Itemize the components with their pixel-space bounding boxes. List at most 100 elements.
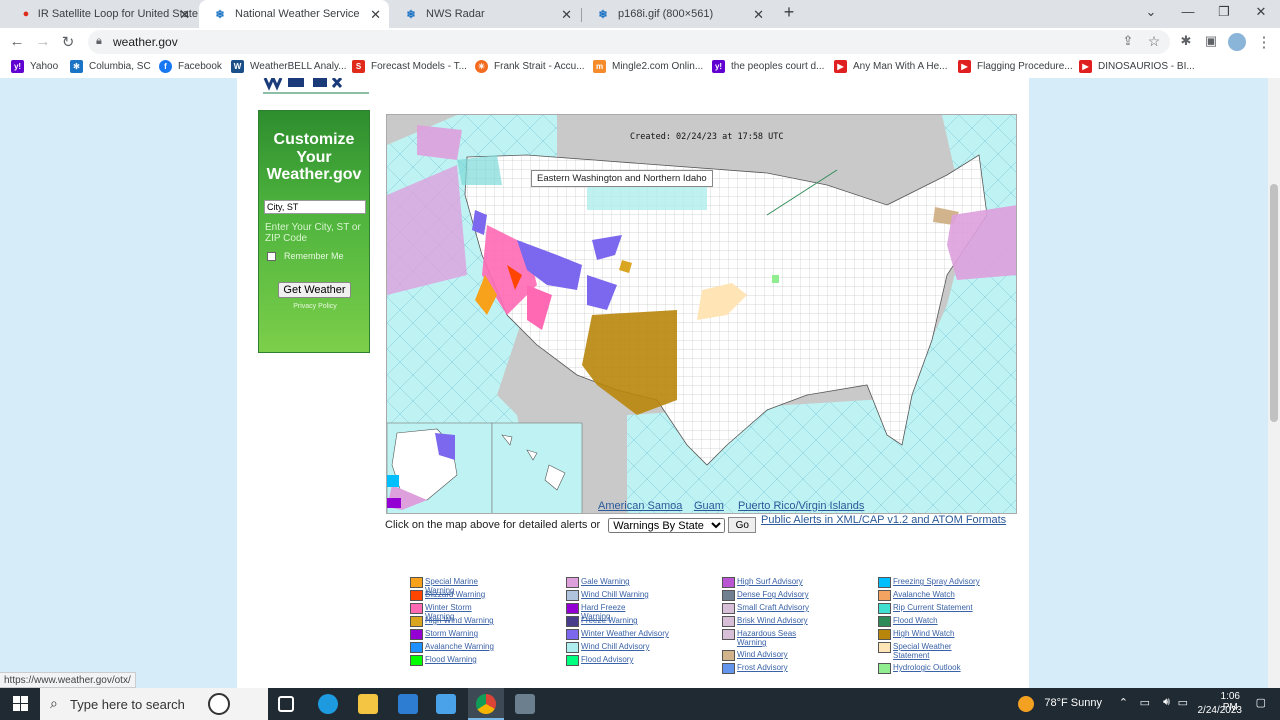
- map-tooltip: Eastern Washington and Northern Idaho: [531, 170, 713, 187]
- tab-p168i-gif[interactable]: ❄ p168i.gif (800×561) ✕: [582, 0, 772, 28]
- bookmark-mingle2[interactable]: m Mingle2.com Onlin...: [593, 60, 703, 73]
- reload-icon[interactable]: ↻: [58, 33, 78, 51]
- remember-checkbox[interactable]: [267, 251, 276, 261]
- bookmarks-bar: y! Yahoo ✻ Columbia, SC f Facebook W Weather…: [0, 57, 1280, 78]
- scrollbar-thumb[interactable]: [1270, 184, 1278, 422]
- legend-item[interactable]: Dense Fog Advisory: [722, 590, 811, 601]
- mail-icon[interactable]: [436, 694, 456, 714]
- tab-nws-radar[interactable]: ❄ NWS Radar ✕: [390, 0, 580, 28]
- edge-icon[interactable]: [318, 694, 338, 714]
- legend-item[interactable]: Storm Warning: [410, 629, 499, 640]
- bookmark-peoples-court[interactable]: y! the peoples court d...: [712, 60, 824, 73]
- legend-item[interactable]: Wind Chill Advisory: [566, 642, 655, 653]
- tab-search-icon[interactable]: ⌄: [1141, 4, 1161, 20]
- new-tab-button[interactable]: +: [779, 2, 799, 23]
- weather-widget[interactable]: 78°F Sunny: [1044, 697, 1102, 709]
- task-view-icon[interactable]: [278, 696, 294, 712]
- legend-item[interactable]: Special Weather Statement: [878, 642, 959, 660]
- legend-swatch: [722, 650, 735, 661]
- windows-start-icon[interactable]: [13, 696, 29, 712]
- legend-item[interactable]: High Wind Warning: [410, 616, 499, 627]
- puerto-rico-link[interactable]: Puerto Rico/Virgin Islands: [738, 500, 864, 512]
- legend-item[interactable]: Wind Advisory: [722, 650, 811, 661]
- legend-item[interactable]: Frost Advisory: [722, 663, 811, 674]
- legend-item[interactable]: Brisk Wind Advisory: [722, 616, 811, 627]
- mingle2-icon: m: [593, 60, 606, 73]
- address-bar[interactable]: 🔒︎: [88, 30, 1170, 54]
- legend-swatch: [566, 590, 579, 601]
- legend-item[interactable]: Flood Watch: [878, 616, 967, 627]
- legend-item[interactable]: Small Craft Advisory: [722, 603, 811, 614]
- warnings-by-state-select[interactable]: Warnings By State: [608, 517, 726, 533]
- bookmark-columbia[interactable]: ✻ Columbia, SC: [70, 60, 151, 73]
- file-explorer-icon[interactable]: [358, 694, 378, 714]
- taskbar-date[interactable]: 2/24/2023: [1198, 705, 1243, 716]
- bookmark-frank-strait[interactable]: ☀ Frank Strait - Accu...: [475, 60, 585, 73]
- legend-swatch: [566, 642, 579, 653]
- bookmark-dinosaurios[interactable]: ▶ DINOSAURIOS - BI...: [1079, 60, 1195, 73]
- tab-national-weather-service[interactable]: ❄ National Weather Service ✕: [199, 0, 389, 28]
- url-text[interactable]: weather.gov: [113, 35, 178, 49]
- notification-icon[interactable]: ▢: [1256, 696, 1266, 709]
- legend-item[interactable]: Gale Warning: [566, 577, 655, 588]
- close-window-button[interactable]: ✕: [1251, 4, 1271, 20]
- facebook-icon: f: [159, 60, 172, 73]
- chrome-taskbar-button[interactable]: [468, 688, 504, 720]
- speaker-icon[interactable]: 🔊︎: [1163, 696, 1170, 709]
- legend-item[interactable]: Avalanche Warning: [410, 642, 499, 653]
- legend-item[interactable]: Hydrologic Outlook: [878, 663, 967, 674]
- app-icon[interactable]: [515, 694, 535, 714]
- go-button[interactable]: Go: [728, 517, 757, 533]
- city-state-input[interactable]: [264, 200, 366, 214]
- bookmark-any-man[interactable]: ▶ Any Man With A He...: [834, 60, 947, 73]
- legend-item[interactable]: Avalanche Watch: [878, 590, 967, 601]
- legend-item[interactable]: High Wind Watch: [878, 629, 967, 640]
- close-tab-icon[interactable]: ✕: [179, 7, 190, 23]
- network-icon[interactable]: ▭: [1178, 696, 1188, 709]
- share-icon[interactable]: ⇪: [1118, 33, 1138, 49]
- guam-link[interactable]: Guam: [694, 500, 724, 512]
- bookmark-yahoo[interactable]: y! Yahoo: [11, 60, 58, 73]
- side-panel-icon[interactable]: ▣: [1201, 33, 1221, 49]
- bookmark-flagging[interactable]: ▶ Flagging Procedure...: [958, 60, 1073, 73]
- bookmark-facebook[interactable]: f Facebook: [159, 60, 222, 73]
- page-scrollbar[interactable]: [1268, 78, 1280, 688]
- chevron-up-icon[interactable]: ⌃: [1119, 696, 1128, 709]
- extensions-icon[interactable]: ✱: [1176, 33, 1196, 49]
- forward-icon[interactable]: →: [33, 33, 53, 50]
- legend-item[interactable]: Winter Weather Advisory: [566, 629, 681, 640]
- tab-ir-satellite[interactable]: ● IR Satellite Loop for United State ✕: [8, 0, 198, 28]
- legend-item[interactable]: Hazardous Seas Warning: [722, 629, 807, 647]
- xml-cap-link[interactable]: Public Alerts in XML/CAP v1.2 and ATOM F…: [761, 514, 1006, 526]
- american-samoa-link[interactable]: American Samoa: [598, 500, 682, 512]
- legend-item[interactable]: Rip Current Statement: [878, 603, 993, 614]
- legend-item[interactable]: Flood Warning: [410, 655, 499, 666]
- bookmark-weatherbell[interactable]: W WeatherBELL Analy...: [231, 60, 347, 73]
- close-tab-icon[interactable]: ✕: [370, 7, 381, 23]
- taskbar-search-box[interactable]: ⌕ Type here to search: [40, 688, 268, 720]
- minimize-button[interactable]: —: [1178, 4, 1198, 19]
- legend-item[interactable]: Freezing Spray Advisory: [878, 577, 993, 588]
- legend-item[interactable]: Blizzard Warning: [410, 590, 499, 601]
- bookmark-forecast-models[interactable]: S Forecast Models - T...: [352, 60, 467, 73]
- get-weather-button[interactable]: Get Weather: [278, 282, 351, 298]
- close-tab-icon[interactable]: ✕: [753, 7, 764, 23]
- remember-me[interactable]: Remember Me: [267, 251, 344, 261]
- customize-title: Customize Your Weather.gov: [266, 131, 362, 183]
- legend-item[interactable]: Wind Chill Warning: [566, 590, 655, 601]
- bookmark-star-icon[interactable]: ☆: [1144, 33, 1164, 50]
- close-tab-icon[interactable]: ✕: [561, 7, 572, 23]
- maximize-button[interactable]: ❐: [1214, 4, 1234, 20]
- accuweather-icon: S: [352, 60, 365, 73]
- legend-item[interactable]: High Surf Advisory: [722, 577, 811, 588]
- legend-swatch: [878, 577, 891, 588]
- menu-icon[interactable]: ⋮: [1254, 33, 1274, 51]
- avatar[interactable]: [1228, 33, 1246, 51]
- us-hazards-map[interactable]: Created: 02/24/23 at 17:58 UTC Eastern W…: [386, 114, 1017, 514]
- back-icon[interactable]: ←: [7, 33, 27, 50]
- store-icon[interactable]: [398, 694, 418, 714]
- legend-item[interactable]: Flood Advisory: [566, 655, 655, 666]
- legend-item[interactable]: Freeze Warning: [566, 616, 655, 627]
- privacy-policy-link[interactable]: Privacy Policy: [259, 303, 371, 310]
- meet-now-icon[interactable]: ▭: [1140, 696, 1150, 709]
